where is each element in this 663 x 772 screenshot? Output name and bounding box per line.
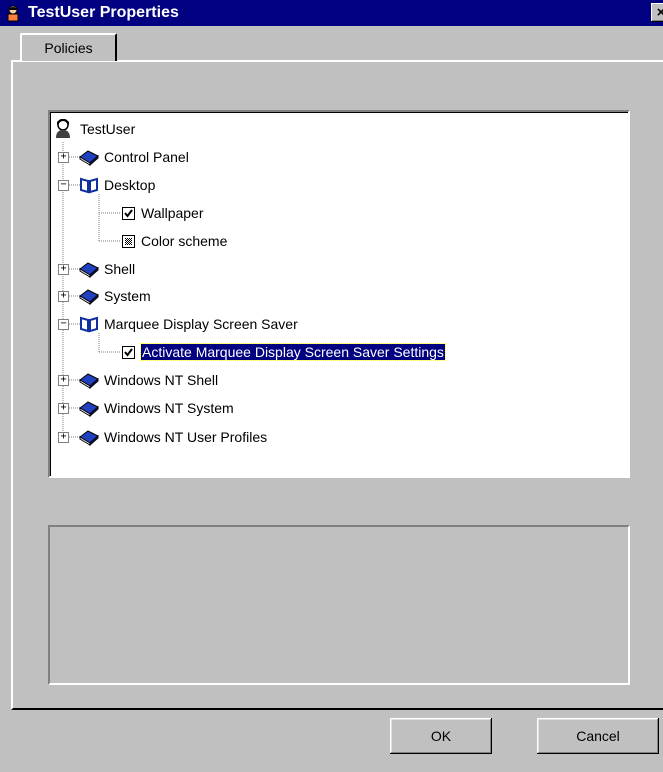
tree-item-label: Windows NT System: [104, 400, 234, 416]
open-book-icon: [80, 177, 98, 194]
tree-root[interactable]: TestUser: [54, 118, 135, 140]
close-button[interactable]: ×: [651, 3, 663, 22]
book-icon: [79, 150, 99, 166]
checkbox-checked[interactable]: [122, 345, 135, 359]
tree-item-shell[interactable]: Shell: [78, 258, 135, 280]
checkbox-indeterminate[interactable]: [122, 234, 135, 248]
tree-item-label: System: [104, 288, 151, 304]
tree-item-label: Control Panel: [104, 149, 189, 165]
tree-item-marquee[interactable]: Marquee Display Screen Saver: [78, 313, 298, 335]
tree-item-nt-system[interactable]: Windows NT System: [78, 397, 234, 419]
expand-nt-system[interactable]: +: [58, 403, 69, 414]
ok-button-label: OK: [430, 728, 452, 744]
expand-nt-shell[interactable]: +: [58, 375, 69, 386]
tree-item-label: Desktop: [104, 177, 156, 193]
tab-policies[interactable]: Policies: [20, 33, 117, 61]
book-icon: [79, 430, 99, 446]
collapse-desktop[interactable]: −: [58, 180, 69, 191]
description-panel: [48, 525, 630, 685]
tree-item-label: Shell: [104, 261, 136, 277]
tree-item-color-scheme[interactable]: Color scheme: [122, 230, 227, 252]
tree-item-control-panel[interactable]: Control Panel: [78, 146, 189, 168]
expand-system[interactable]: +: [58, 291, 69, 302]
tree-item-label: Windows NT User Profiles: [104, 429, 268, 445]
properties-dialog: TestUser Properties × Policies TestUser …: [0, 0, 663, 772]
tree-item-activate-marquee[interactable]: Activate Marquee Display Screen Saver Se…: [122, 341, 446, 363]
user-icon: [56, 119, 70, 138]
tree-item-nt-user-profiles[interactable]: Windows NT User Profiles: [78, 426, 267, 448]
tree-item-label: Color scheme: [141, 233, 228, 249]
tree-item-system[interactable]: System: [78, 285, 151, 307]
title-bar[interactable]: TestUser Properties ×: [0, 0, 663, 26]
book-icon: [79, 401, 99, 417]
expand-control-panel[interactable]: +: [58, 152, 69, 163]
close-icon: ×: [656, 4, 663, 21]
cancel-button[interactable]: Cancel: [537, 718, 659, 754]
checkbox-checked[interactable]: [122, 206, 135, 220]
expand-nt-user-profiles[interactable]: +: [58, 432, 69, 443]
user-icon: [4, 4, 22, 22]
collapse-marquee[interactable]: −: [58, 319, 69, 330]
tree-item-nt-shell[interactable]: Windows NT Shell: [78, 369, 218, 391]
tab-label: Policies: [44, 40, 93, 56]
tree-root-label: TestUser: [80, 121, 136, 137]
cancel-button-label: Cancel: [576, 728, 620, 744]
ok-button[interactable]: OK: [390, 718, 492, 754]
tree-item-label: Windows NT Shell: [104, 372, 219, 388]
book-icon: [79, 373, 99, 389]
tree-item-wallpaper[interactable]: Wallpaper: [122, 202, 204, 224]
tree-item-label: Marquee Display Screen Saver: [104, 316, 298, 332]
open-book-icon: [80, 316, 98, 333]
book-icon: [79, 289, 99, 305]
selected-item-label: Activate Marquee Display Screen Saver Se…: [140, 343, 446, 361]
window-title: TestUser Properties: [28, 4, 179, 21]
tree-item-desktop[interactable]: Desktop: [78, 174, 155, 196]
book-icon: [79, 262, 99, 278]
tree-item-label: Wallpaper: [141, 205, 204, 221]
expand-shell[interactable]: +: [58, 264, 69, 275]
policy-tree[interactable]: TestUser + Control Panel − Desktop Wallp…: [48, 110, 630, 478]
